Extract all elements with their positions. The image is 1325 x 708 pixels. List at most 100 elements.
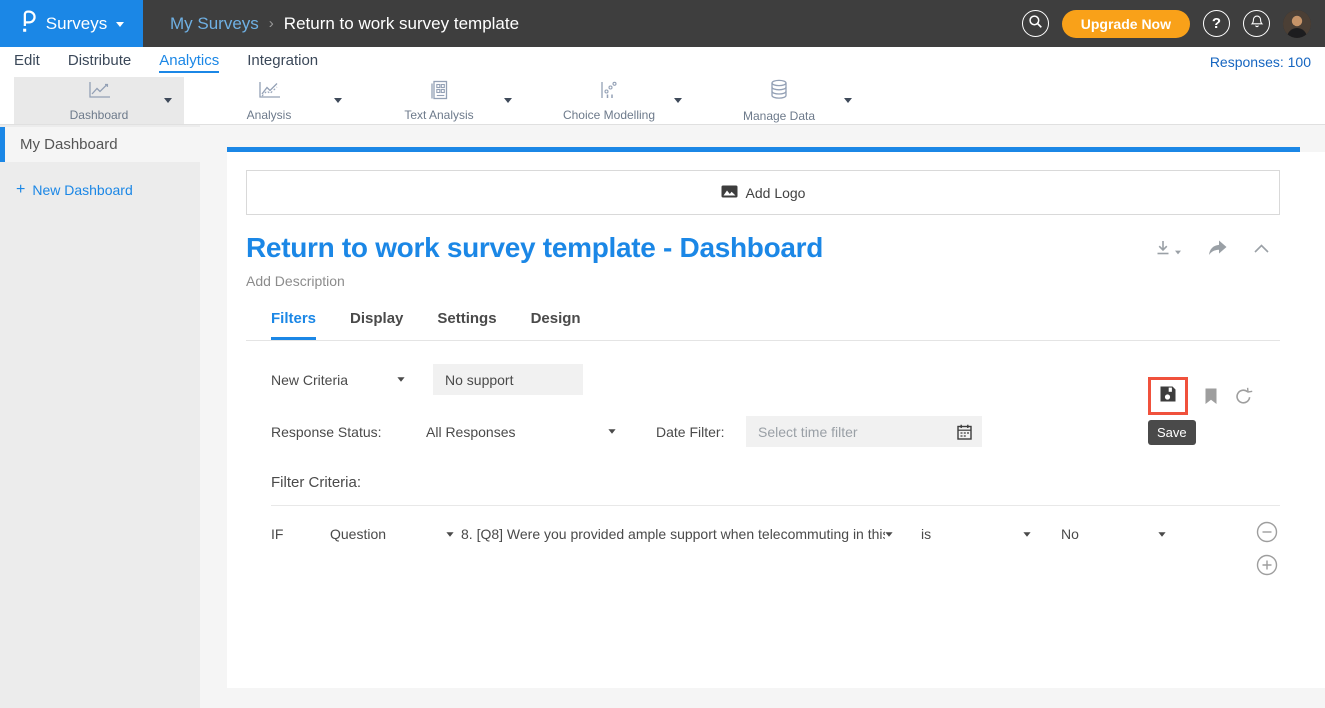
search-button[interactable] — [1022, 10, 1049, 37]
add-logo-dropzone[interactable]: Add Logo — [246, 170, 1280, 215]
text-table-icon — [426, 80, 452, 105]
new-dashboard-label: New Dashboard — [32, 182, 132, 198]
top-header: Surveys My Surveys › Return to work surv… — [0, 0, 1325, 47]
filter-criteria-row: IF Question 8. [Q8] Were you provided am… — [271, 523, 1280, 593]
breadcrumb-my-surveys[interactable]: My Surveys — [170, 14, 259, 34]
menu-item-integration[interactable]: Integration — [247, 52, 318, 73]
toolbar-label: Dashboard — [70, 108, 129, 122]
new-dashboard-button[interactable]: + New Dashboard — [16, 181, 200, 199]
notifications-button[interactable] — [1243, 10, 1270, 37]
toolbar-item-dashboard[interactable]: Dashboard — [14, 77, 184, 124]
criteria-type-dropdown[interactable]: Question — [330, 526, 454, 542]
analytics-toolbar: Dashboard Analysis Text Analysis Choice … — [0, 77, 1325, 125]
criteria-value-value: No — [1061, 526, 1079, 542]
date-filter-label: Date Filter: — [656, 424, 731, 440]
chevron-down-icon — [1175, 250, 1181, 254]
sidebar-item-my-dashboard[interactable]: My Dashboard — [0, 127, 200, 162]
criteria-select-value: New Criteria — [271, 372, 348, 388]
database-icon — [767, 79, 791, 106]
scatter-chart-icon — [596, 80, 622, 105]
filters-panel: Save New Criteria Response Status: All R… — [246, 364, 1280, 593]
main-content: Add Logo Return to work survey template … — [200, 125, 1325, 708]
criteria-operator-value: is — [921, 526, 931, 542]
breadcrumb-current-survey: Return to work survey template — [284, 14, 519, 34]
chevron-down-icon — [885, 532, 892, 537]
divider — [271, 505, 1280, 506]
response-status-label: Response Status: — [271, 424, 384, 440]
floppy-disk-icon — [1158, 384, 1178, 409]
date-filter-input[interactable] — [746, 416, 982, 447]
tab-display[interactable]: Display — [350, 310, 403, 340]
tab-design[interactable]: Design — [531, 310, 581, 340]
line-chart-icon — [86, 80, 112, 105]
questionpro-logo-icon — [19, 9, 37, 39]
page-title: Return to work survey template - Dashboa… — [246, 232, 823, 264]
if-label: IF — [271, 526, 330, 542]
save-tooltip: Save — [1148, 420, 1196, 445]
toolbar-label: Manage Data — [743, 109, 815, 123]
chevron-down-icon — [164, 98, 172, 103]
breadcrumb: My Surveys › Return to work survey templ… — [170, 14, 519, 34]
chevron-down-icon — [608, 429, 615, 434]
menu-item-analytics[interactable]: Analytics — [159, 52, 219, 73]
dashboard-card: Add Logo Return to work survey template … — [227, 147, 1325, 693]
bell-icon — [1250, 14, 1264, 33]
toolbar-item-choice-modelling[interactable]: Choice Modelling — [524, 77, 694, 124]
criteria-question-dropdown[interactable]: 8. [Q8] Were you provided ample support … — [461, 526, 893, 542]
help-button[interactable]: ? — [1203, 10, 1230, 37]
calendar-icon — [957, 424, 972, 440]
chevron-down-icon — [446, 532, 453, 537]
chevron-down-icon — [1023, 532, 1030, 537]
bookmark-filter-button[interactable] — [1204, 388, 1218, 405]
filter-criteria-heading: Filter Criteria: — [271, 474, 1280, 491]
save-filter-button[interactable] — [1148, 377, 1188, 415]
responses-count: Responses: 100 — [1210, 54, 1311, 70]
criteria-select-dropdown[interactable]: New Criteria — [271, 372, 405, 388]
question-mark-icon: ? — [1212, 15, 1221, 32]
toolbar-item-analysis[interactable]: Analysis — [184, 77, 354, 124]
collapse-chevron-button[interactable] — [1253, 243, 1270, 254]
download-button[interactable] — [1154, 239, 1182, 257]
menu-item-edit[interactable]: Edit — [14, 52, 40, 73]
chevron-down-icon — [674, 98, 682, 103]
survey-menu: Edit Distribute Analytics Integration Re… — [0, 47, 1325, 77]
chevron-down-icon — [1158, 532, 1165, 537]
response-status-value: All Responses — [426, 424, 516, 440]
response-status-dropdown[interactable]: All Responses — [426, 424, 616, 440]
brand-product-label: Surveys — [46, 14, 107, 34]
criteria-type-value: Question — [330, 526, 386, 542]
add-criteria-button[interactable] — [1256, 554, 1278, 576]
chevron-down-icon — [844, 98, 852, 103]
chevron-down-icon — [397, 377, 404, 382]
criteria-question-value: 8. [Q8] Were you provided ample support … — [461, 526, 885, 542]
share-button[interactable] — [1207, 239, 1228, 257]
chevron-down-icon — [334, 98, 342, 103]
remove-criteria-button[interactable] — [1256, 521, 1278, 543]
toolbar-item-manage-data[interactable]: Manage Data — [694, 77, 864, 124]
criteria-operator-dropdown[interactable]: is — [921, 526, 1031, 542]
toolbar-label: Analysis — [247, 108, 292, 122]
plus-icon: + — [16, 181, 25, 199]
tab-filters[interactable]: Filters — [271, 310, 316, 340]
brand-logo-menu[interactable]: Surveys — [0, 0, 143, 47]
chevron-down-icon — [504, 98, 512, 103]
dashboard-sidebar: My Dashboard + New Dashboard — [0, 125, 200, 708]
menu-item-distribute[interactable]: Distribute — [68, 52, 131, 73]
add-logo-label: Add Logo — [746, 185, 806, 201]
add-description-placeholder[interactable]: Add Description — [246, 273, 1280, 289]
user-avatar[interactable] — [1283, 10, 1311, 38]
upgrade-now-button[interactable]: Upgrade Now — [1062, 10, 1190, 38]
dashboard-tabs: Filters Display Settings Design — [246, 310, 1280, 341]
sidebar-item-label: My Dashboard — [20, 136, 118, 153]
toolbar-item-text-analysis[interactable]: Text Analysis — [354, 77, 524, 124]
multi-line-chart-icon — [256, 80, 282, 105]
search-icon — [1028, 14, 1043, 33]
image-icon — [721, 185, 738, 201]
tab-settings[interactable]: Settings — [437, 310, 496, 340]
criteria-name-input[interactable] — [433, 364, 583, 395]
breadcrumb-separator: › — [269, 15, 274, 32]
criteria-value-dropdown[interactable]: No — [1061, 526, 1166, 542]
toolbar-label: Choice Modelling — [563, 108, 655, 122]
toolbar-label: Text Analysis — [404, 108, 473, 122]
reset-filter-button[interactable] — [1234, 387, 1253, 406]
